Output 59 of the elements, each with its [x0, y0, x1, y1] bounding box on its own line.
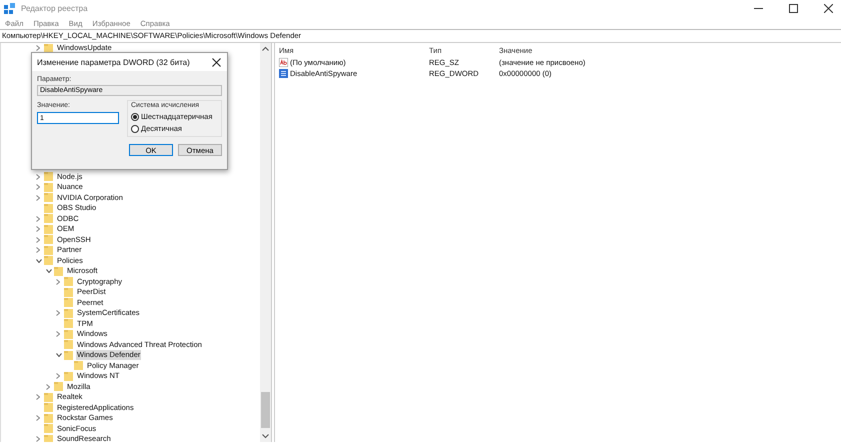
folder-icon — [54, 266, 63, 276]
chevron-right-icon[interactable] — [36, 236, 40, 243]
chevron-right-icon[interactable] — [36, 226, 40, 232]
radio-unchecked-icon[interactable] — [131, 124, 139, 132]
folder-icon — [64, 308, 73, 318]
folder-icon — [44, 224, 53, 234]
folder-icon — [64, 288, 73, 297]
folder-icon — [44, 235, 53, 244]
chevron-down-icon[interactable] — [46, 269, 52, 274]
scroll-down-icon[interactable] — [262, 434, 269, 439]
radio-checked-icon[interactable] — [131, 112, 139, 120]
chevron-down-icon[interactable] — [36, 258, 42, 263]
folder-icon — [64, 330, 73, 339]
chevron-right-icon[interactable] — [36, 174, 40, 180]
chevron-right-icon[interactable] — [36, 45, 40, 52]
folder-icon — [44, 44, 53, 53]
folder-icon — [44, 214, 53, 224]
registry-cubes-icon — [4, 3, 15, 14]
folder-icon — [44, 172, 53, 182]
chevron-right-icon[interactable] — [36, 436, 40, 442]
close-icon[interactable] — [212, 58, 221, 66]
chevron-right-icon[interactable] — [36, 394, 40, 400]
folder-icon — [64, 350, 73, 360]
chevron-down-icon[interactable] — [56, 353, 62, 358]
folder-icon — [44, 204, 53, 213]
chevron-right-icon[interactable] — [46, 384, 50, 390]
chevron-right-icon[interactable] — [56, 310, 60, 316]
maximize-icon[interactable] — [789, 4, 798, 13]
folder-icon — [44, 424, 53, 434]
chevron-right-icon[interactable] — [36, 216, 40, 222]
chevron-right-icon[interactable] — [56, 373, 60, 380]
folder-icon — [74, 361, 83, 370]
scrollbar[interactable] — [260, 43, 271, 442]
scroll-up-icon[interactable] — [262, 46, 269, 51]
scroll-thumb[interactable] — [261, 392, 270, 428]
folder-icon — [64, 277, 73, 286]
window-title: Редактор реестра — [21, 4, 88, 13]
chevron-right-icon[interactable] — [36, 415, 40, 422]
folder-icon — [44, 414, 53, 423]
folder-icon — [44, 193, 53, 202]
close-icon[interactable] — [824, 4, 833, 13]
folder-icon — [44, 392, 53, 402]
dialog-title: Изменение параметра DWORD (32 бита) — [37, 58, 190, 66]
folder-icon — [54, 382, 63, 392]
folder-icon — [64, 372, 73, 381]
chevron-right-icon[interactable] — [56, 278, 60, 285]
binary-value-icon — [279, 69, 288, 78]
chevron-right-icon[interactable] — [36, 184, 40, 190]
chevron-right-icon[interactable] — [36, 247, 40, 254]
folder-icon — [44, 182, 53, 192]
folder-icon — [44, 403, 53, 412]
folder-icon — [64, 319, 73, 328]
string-value-icon — [279, 58, 288, 67]
folder-icon — [44, 246, 53, 255]
folder-icon — [44, 256, 53, 266]
chevron-right-icon[interactable] — [56, 331, 60, 338]
folder-icon — [64, 340, 73, 350]
chevron-right-icon[interactable] — [36, 194, 40, 201]
folder-icon — [64, 298, 73, 308]
